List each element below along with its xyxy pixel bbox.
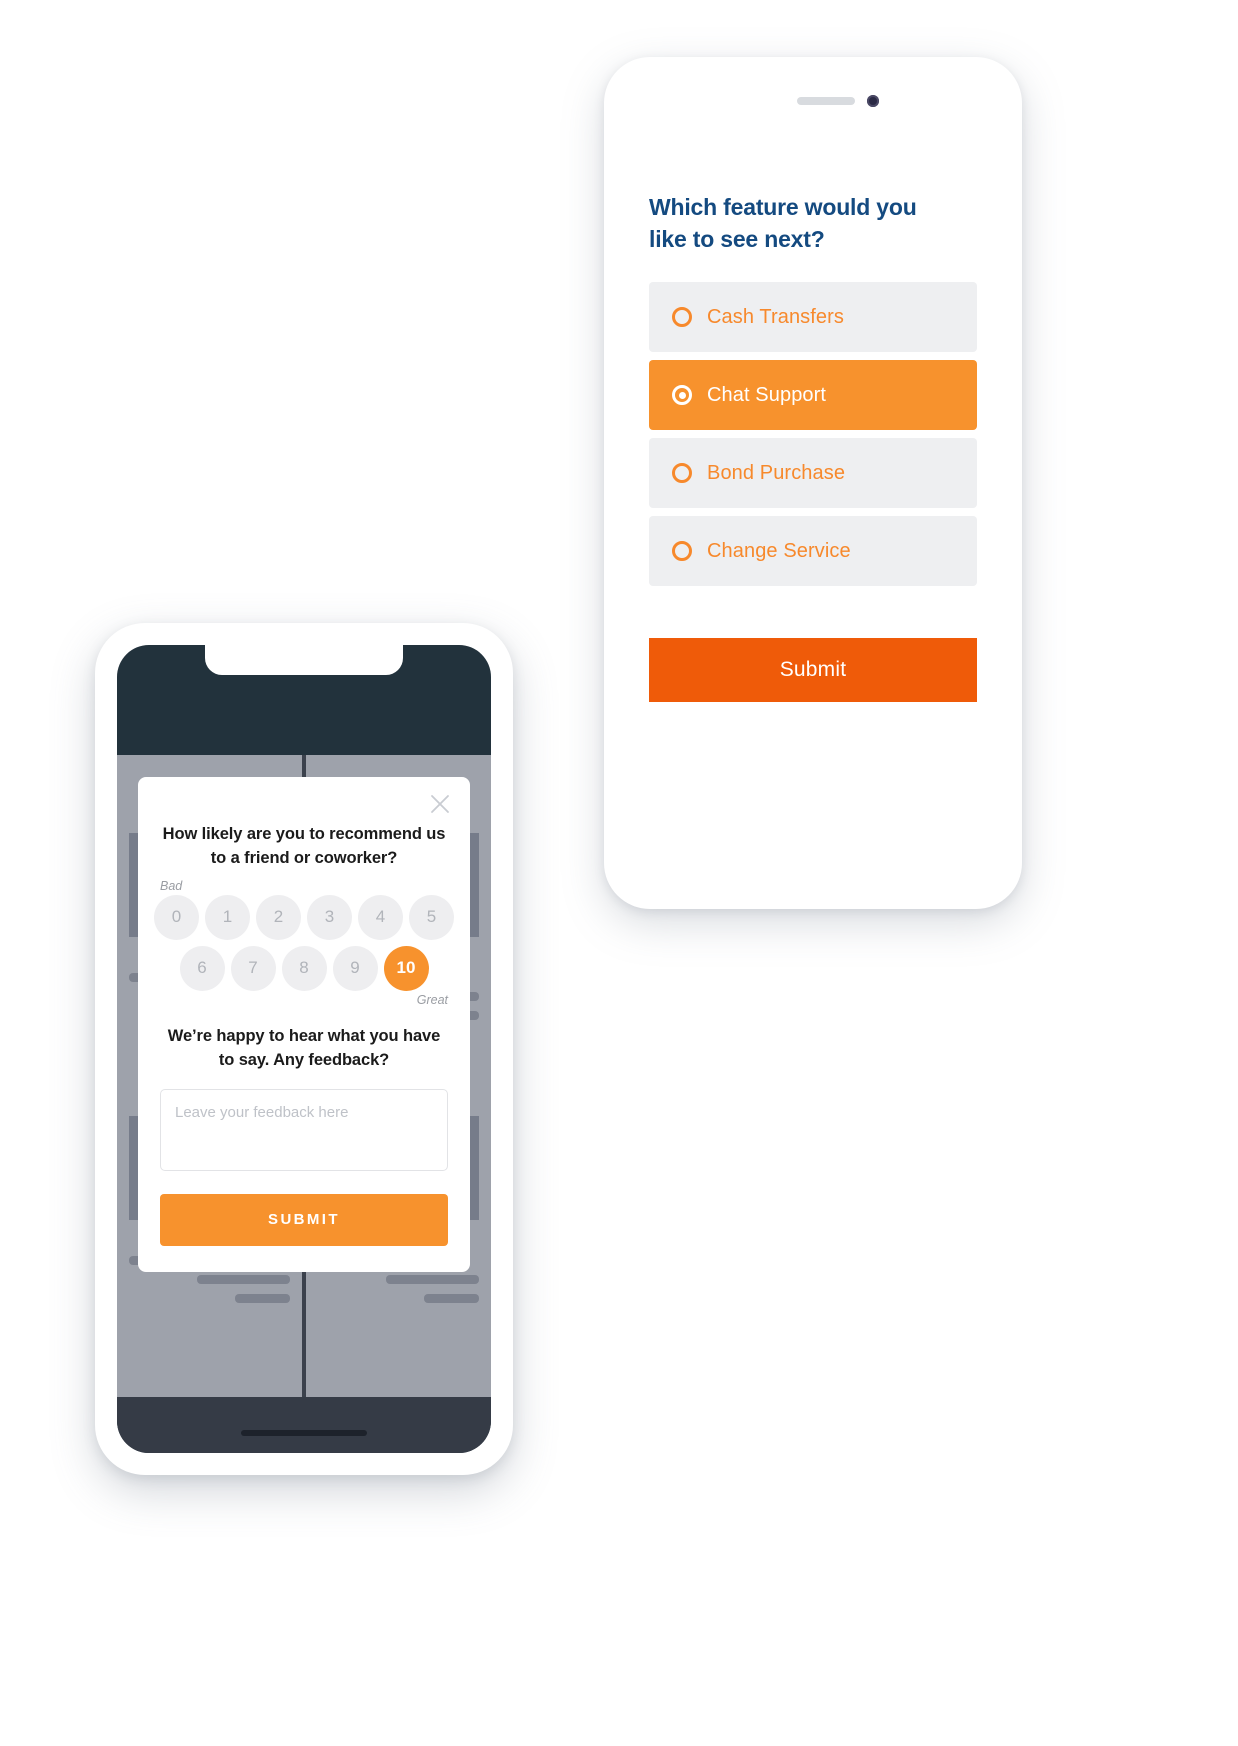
nps-value-1[interactable]: 1 — [205, 894, 250, 940]
scale-min-label: Bad — [160, 878, 183, 893]
option-chat-support[interactable]: Chat Support — [649, 360, 977, 431]
home-bar-area — [117, 1397, 491, 1453]
nps-value-3[interactable]: 3 — [307, 894, 352, 940]
home-indicator[interactable] — [241, 1430, 367, 1436]
option-cash-transfers[interactable]: Cash Transfers — [649, 282, 977, 353]
nps-value-4[interactable]: 4 — [358, 894, 403, 940]
option-label: Change Service — [707, 539, 851, 562]
wireframe-text-line — [196, 1275, 290, 1284]
nps-feedback-input[interactable] — [160, 1088, 448, 1171]
nps-value-0[interactable]: 0 — [154, 894, 199, 940]
nps-scale-row-1: 0 1 2 3 4 5 — [154, 894, 454, 940]
nps-scale-row-2: 6 7 8 9 10 — [160, 945, 448, 991]
survey-submit-button[interactable]: Submit — [649, 638, 977, 703]
option-change-service[interactable]: Change Service — [649, 516, 977, 587]
nps-phone-screen: How likely are you to recommend us to a … — [117, 645, 491, 1453]
survey-phone-device: Which feature would you like to see next… — [604, 57, 1022, 909]
nps-submit-button[interactable]: SUBMIT — [160, 1193, 448, 1246]
feature-option-list: Cash Transfers Chat Support Bond Purchas… — [649, 282, 977, 587]
nps-value-5[interactable]: 5 — [409, 894, 454, 940]
nps-value-2[interactable]: 2 — [256, 894, 301, 940]
wireframe-text-line — [385, 1275, 479, 1284]
survey-title: Which feature would you like to see next… — [649, 194, 917, 252]
option-label: Cash Transfers — [707, 305, 845, 328]
nps-survey-modal: How likely are you to recommend us to a … — [138, 777, 470, 1272]
mockup-canvas: Which feature would you like to see next… — [0, 0, 1238, 1746]
nps-value-9[interactable]: 9 — [332, 945, 378, 991]
phone-notch — [205, 645, 403, 675]
nps-value-10[interactable]: 10 — [383, 945, 429, 991]
option-label: Chat Support — [707, 383, 827, 406]
radio-checked-icon — [672, 385, 692, 406]
survey-phone-screen: Which feature would you like to see next… — [615, 68, 1011, 898]
close-x-icon[interactable] — [427, 791, 453, 817]
nps-value-7[interactable]: 7 — [230, 945, 276, 991]
nps-phone-device: How likely are you to recommend us to a … — [95, 623, 513, 1475]
wireframe-text-line — [424, 1294, 479, 1303]
scale-max-label: Great — [416, 992, 448, 1007]
option-label: Bond Purchase — [707, 461, 846, 484]
radio-unchecked-icon — [672, 307, 692, 328]
radio-unchecked-icon — [672, 463, 692, 484]
option-bond-purchase[interactable]: Bond Purchase — [649, 438, 977, 509]
nps-feedback-prompt: We’re happy to hear what you have to say… — [167, 1026, 441, 1069]
nps-value-8[interactable]: 8 — [281, 945, 327, 991]
survey-content: Which feature would you like to see next… — [615, 68, 1011, 898]
nps-question: How likely are you to recommend us to a … — [162, 825, 446, 867]
nps-value-6[interactable]: 6 — [179, 945, 225, 991]
radio-unchecked-icon — [672, 541, 692, 562]
wireframe-text-line — [235, 1294, 290, 1303]
